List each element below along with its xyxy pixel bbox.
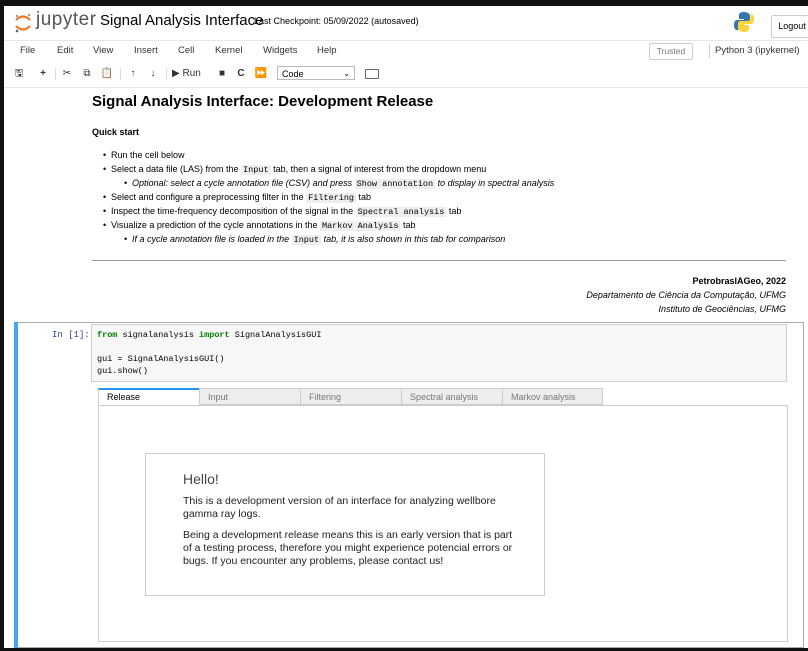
menu-view[interactable]: View [93,45,113,56]
list-item-text: Select and configure a preprocessing fil… [111,192,307,202]
paste-icon[interactable]: 📋 [100,67,114,81]
bullet: • [103,150,107,160]
notebook-header: jupyter Signal Analysis Interface Last C… [4,6,808,38]
bullet: • [103,206,107,216]
list-item: • Select a data file (LAS) from the Inpu… [103,164,487,175]
inline-code: Markov Analysis [319,221,401,231]
toolbar-separator [166,68,167,80]
chevron-down-icon: ⌄ [343,69,350,78]
cell-type-value: Code [282,69,304,79]
bullet: • [103,164,107,174]
list-item-text: to display in spectral analysis [435,178,555,188]
tab-filtering[interactable]: Filtering [300,388,402,405]
tab-input[interactable]: Input [199,388,301,405]
list-item-text: Optional: select a cycle annotation file… [132,178,355,188]
checkpoint-status: Last Checkpoint: 05/09/2022 (autosaved) [254,16,419,26]
restart-run-all-icon[interactable]: ⏩ [254,67,268,81]
jupyter-logo-icon[interactable] [14,12,32,34]
list-item-text: tab, it is also shown in this tab for co… [321,234,506,244]
inline-code: Input [241,165,271,175]
list-item: • Inspect the time-frequency decompositi… [103,206,462,217]
hello-title: Hello! [183,471,219,487]
insert-cell-below-icon[interactable]: + [36,67,50,81]
inline-code: Spectral analysis [355,207,447,217]
kernel-separator [709,44,710,58]
toolbar-separator [120,68,121,80]
notebook-title[interactable]: Signal Analysis Interface [100,12,263,29]
run-icon: ▶ [172,68,180,79]
menu-bar: File Edit View Insert Cell Kernel Widget… [4,40,808,63]
list-item-text: Run the cell below [111,150,185,160]
list-item: • Select and configure a preprocessing f… [103,192,372,203]
markdown-title: Signal Analysis Interface: Development R… [92,93,434,110]
department-credit: Departamento de Ciência da Computação, U… [586,290,786,300]
menu-widgets[interactable]: Widgets [263,45,297,56]
menu-edit[interactable]: Edit [57,45,73,56]
list-item-text: Visualize a prediction of the cycle anno… [111,220,320,230]
list-item: • Run the cell below [103,150,185,160]
code-line: gui.show() [97,366,149,376]
menu-cell[interactable]: Cell [178,45,194,56]
menu-help[interactable]: Help [317,45,337,56]
kernel-indicator[interactable]: Python 3 (ipykernel) [715,45,799,56]
code-keyword: import [199,330,230,340]
code-line: from signalanalysis import SignalAnalysi… [97,330,321,340]
tab-markov-analysis[interactable]: Markov analysis [502,388,603,405]
list-item-text: tab [400,220,416,230]
list-item-nested: • If a cycle annotation file is loaded i… [124,234,506,245]
restart-kernel-icon[interactable]: C [235,67,247,81]
list-item-text: tab [446,206,462,216]
horizontal-rule [92,260,786,261]
save-icon[interactable]: 🖫 [12,67,26,81]
python-logo-icon [734,12,754,32]
menu-insert[interactable]: Insert [134,45,158,56]
list-item-nested: • Optional: select a cycle annotation fi… [124,178,555,189]
bullet: • [124,178,128,188]
menu-file[interactable]: File [20,45,35,56]
tab-release[interactable]: Release [98,388,200,405]
list-item-text: tab, then a signal of interest from the … [270,164,487,174]
cut-icon[interactable]: ✂ [60,67,74,81]
code-text: signalanalysis [117,330,200,340]
code-line: gui = SignalAnalysisGUI() [97,354,225,364]
run-label: Run [182,68,201,79]
notebook-toolbar: 🖫 + ✂ ⧉ 📋 ↑ ↓ ▶ Run ■ C ⏩ Code ⌄ [4,63,808,88]
trusted-badge[interactable]: Trusted [649,43,693,60]
list-item-text: Select a data file (LAS) from the [111,164,242,174]
code-keyword: from [97,330,118,340]
list-item-text: If a cycle annotation file is loaded in … [132,234,292,244]
keyboard-icon[interactable] [365,69,379,79]
bullet: • [103,220,107,230]
inline-code: Show annotation [354,179,436,189]
institute-credit: Instituto de Geociências, UFMG [658,304,786,314]
menu-kernel[interactable]: Kernel [215,45,242,56]
inline-code: Filtering [306,193,357,203]
logout-button[interactable]: Logout [771,15,808,38]
hello-paragraph-2: Being a development release means this i… [183,529,513,567]
author-credit: PetrobrasIAGeo, 2022 [692,276,786,286]
list-item-text: tab [356,192,372,202]
markdown-subtitle: Quick start [92,127,140,137]
jupyter-logo-text[interactable]: jupyter [36,9,97,31]
code-text: SignalAnalysisGUI [229,330,322,340]
list-item: • Visualize a prediction of the cycle an… [103,220,416,231]
tab-spectral-analysis[interactable]: Spectral analysis [401,388,503,405]
code-editor[interactable]: from signalanalysis import SignalAnalysi… [91,324,787,382]
bullet: • [124,234,128,244]
interrupt-kernel-icon[interactable]: ■ [216,67,228,81]
run-button[interactable]: ▶ Run [172,67,210,81]
window-frame-left [0,0,4,651]
toolbar-separator [55,68,56,80]
cell-type-select[interactable]: Code ⌄ [277,66,355,80]
hello-paragraph-1: This is a development version of an inte… [183,495,496,520]
move-up-icon[interactable]: ↑ [126,67,140,81]
list-item-text: Inspect the time-frequency decomposition… [111,206,356,216]
bullet: • [103,192,107,202]
move-down-icon[interactable]: ↓ [146,67,160,81]
copy-icon[interactable]: ⧉ [80,67,94,81]
input-prompt: In [1]: [52,330,90,340]
inline-code: Input [291,235,322,245]
